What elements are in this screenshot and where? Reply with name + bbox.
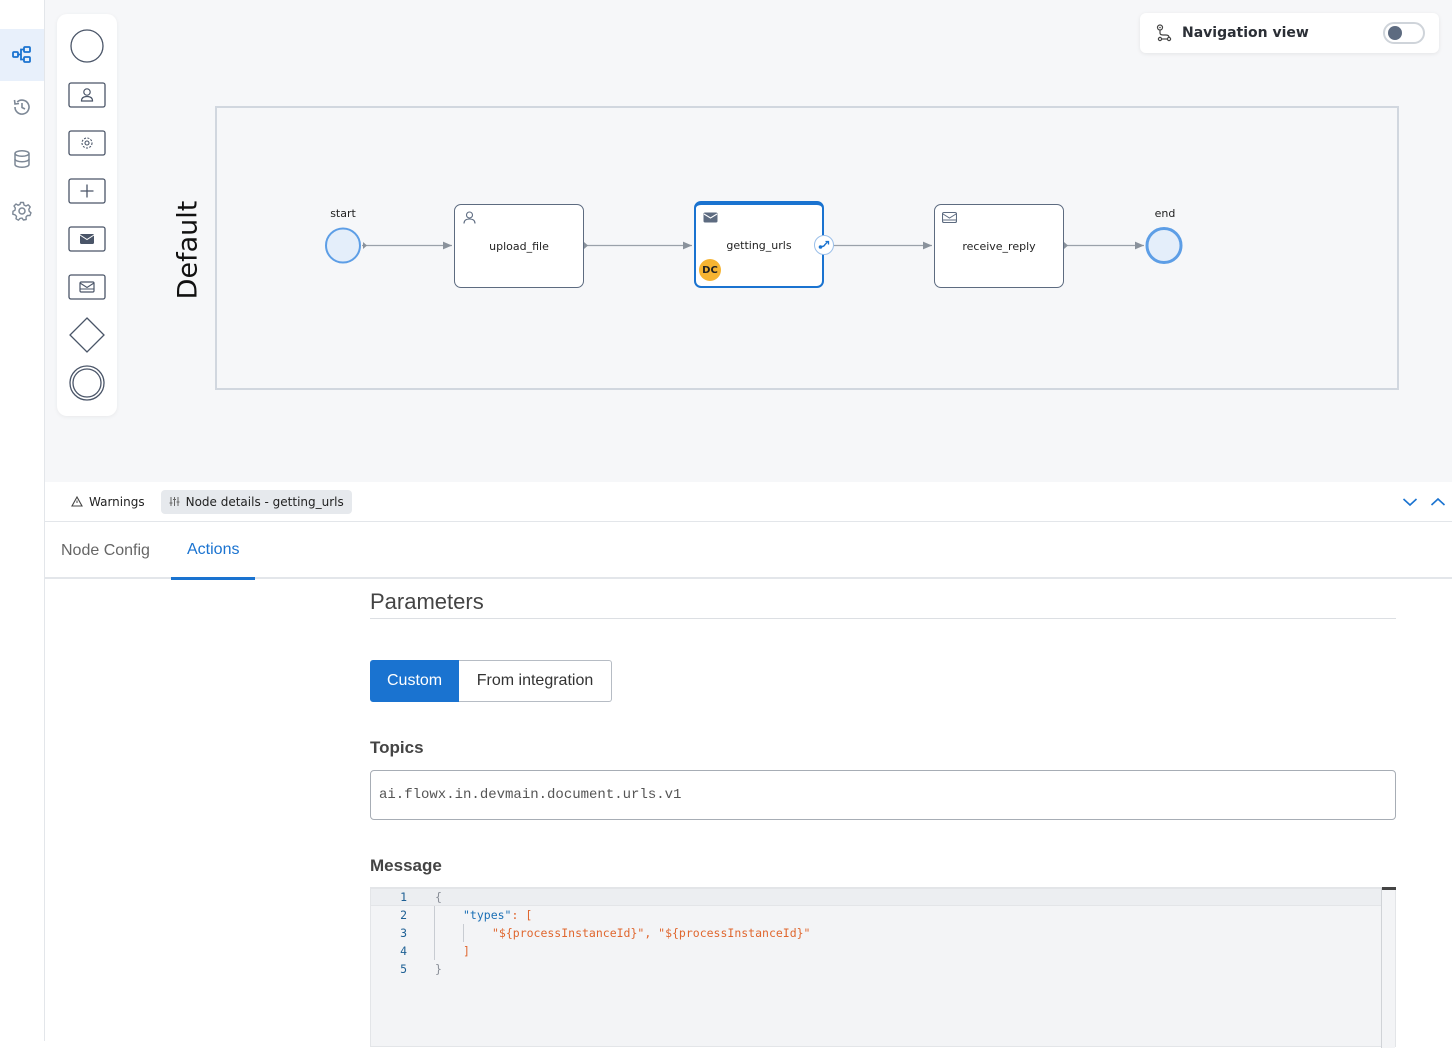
- parameters-heading: Parameters: [370, 589, 484, 614]
- task-label: upload_file: [489, 239, 549, 253]
- envelope-filled-icon: [703, 212, 718, 223]
- custom-mode-button[interactable]: Custom: [370, 660, 459, 702]
- line-number: 5: [400, 962, 407, 976]
- line-number: 2: [400, 908, 407, 922]
- link-icon: [818, 240, 830, 249]
- left-sidebar: [0, 0, 45, 1041]
- user-icon: [463, 211, 476, 224]
- database-icon: [14, 149, 30, 169]
- from-integration-mode-button[interactable]: From integration: [459, 660, 612, 702]
- diagram-icon: [12, 46, 31, 63]
- task-upload_file[interactable]: upload_file: [454, 204, 584, 288]
- code-text: {: [435, 890, 442, 904]
- line-number: 4: [400, 944, 407, 958]
- dc-badge: DC: [699, 259, 721, 281]
- message-code-editor[interactable]: 1 { 2 "types": [ 3 "${processInstanceId}…: [370, 887, 1396, 1048]
- warning-icon: [71, 496, 83, 507]
- history-icon: [13, 99, 30, 115]
- chevron-down-icon: [1402, 498, 1418, 507]
- topics-input[interactable]: [370, 770, 1396, 820]
- process-canvas[interactable]: Navigation view Default start end upload…: [45, 0, 1452, 482]
- node-details-panel: Warnings Node details - getting_urls Nod…: [45, 482, 1452, 1048]
- editor-scrollbar[interactable]: [1381, 887, 1396, 1048]
- code-text: }: [435, 962, 442, 976]
- tab-actions[interactable]: Actions: [171, 522, 256, 580]
- task-label: getting_urls: [726, 239, 792, 252]
- scrollbar-thumb[interactable]: [1382, 887, 1396, 890]
- end-event-node: [1145, 227, 1183, 264]
- topics-label: Topics: [370, 738, 424, 757]
- collapse-panel-button[interactable]: [1402, 494, 1418, 512]
- code-line: 5 }: [371, 960, 1381, 978]
- line-number: 1: [400, 890, 407, 904]
- gear-icon: [12, 201, 32, 221]
- start-event-node: [325, 227, 361, 264]
- envelope-open-icon: [942, 211, 957, 224]
- sidebar-item-settings[interactable]: [0, 185, 44, 237]
- indent-guide: [463, 924, 464, 942]
- message-label: Message: [370, 856, 442, 875]
- panel-tabs: Warnings Node details - getting_urls: [45, 482, 1452, 522]
- code-text: "${processInstanceId}", "${processInstan…: [492, 926, 811, 940]
- tab-warnings[interactable]: Warnings: [63, 490, 153, 514]
- sidebar-item-history[interactable]: [0, 81, 44, 133]
- start-event-label: start: [330, 207, 356, 220]
- expand-panel-button[interactable]: [1430, 494, 1446, 512]
- panel-size-controls: [1402, 494, 1446, 512]
- connection-link-button[interactable]: [814, 235, 834, 255]
- divider: [370, 618, 1396, 619]
- code-line: 1 {: [371, 888, 1381, 906]
- indent-guide: [434, 906, 435, 960]
- sliders-icon: [169, 497, 180, 506]
- sidebar-item-process-designer[interactable]: [0, 29, 44, 81]
- task-receive_reply[interactable]: receive_reply: [934, 204, 1064, 288]
- chevron-up-icon: [1430, 497, 1446, 506]
- tab-label: Node details - getting_urls: [185, 494, 344, 509]
- tab-node-config[interactable]: Node Config: [61, 522, 150, 579]
- line-number: 3: [400, 926, 407, 940]
- code-text: ]: [463, 944, 470, 958]
- end-event-label: end: [1154, 207, 1176, 220]
- code-line: 3 "${processInstanceId}", "${processInst…: [371, 924, 1381, 942]
- task-label: receive_reply: [962, 239, 1036, 253]
- sub-tabs: Node Config Actions: [45, 522, 1452, 580]
- code-line: 4 ]: [371, 942, 1381, 960]
- tab-node-details[interactable]: Node details - getting_urls: [160, 489, 352, 514]
- code-text: : [: [511, 908, 533, 922]
- code-line: 2 "types": [: [371, 906, 1381, 924]
- json-key: "types": [463, 908, 512, 922]
- task-getting_urls[interactable]: getting_urls DC: [694, 201, 824, 288]
- sidebar-item-data-model[interactable]: [0, 133, 44, 185]
- parameter-mode-toggle: Custom From integration: [370, 660, 612, 702]
- tab-label: Warnings: [89, 494, 145, 509]
